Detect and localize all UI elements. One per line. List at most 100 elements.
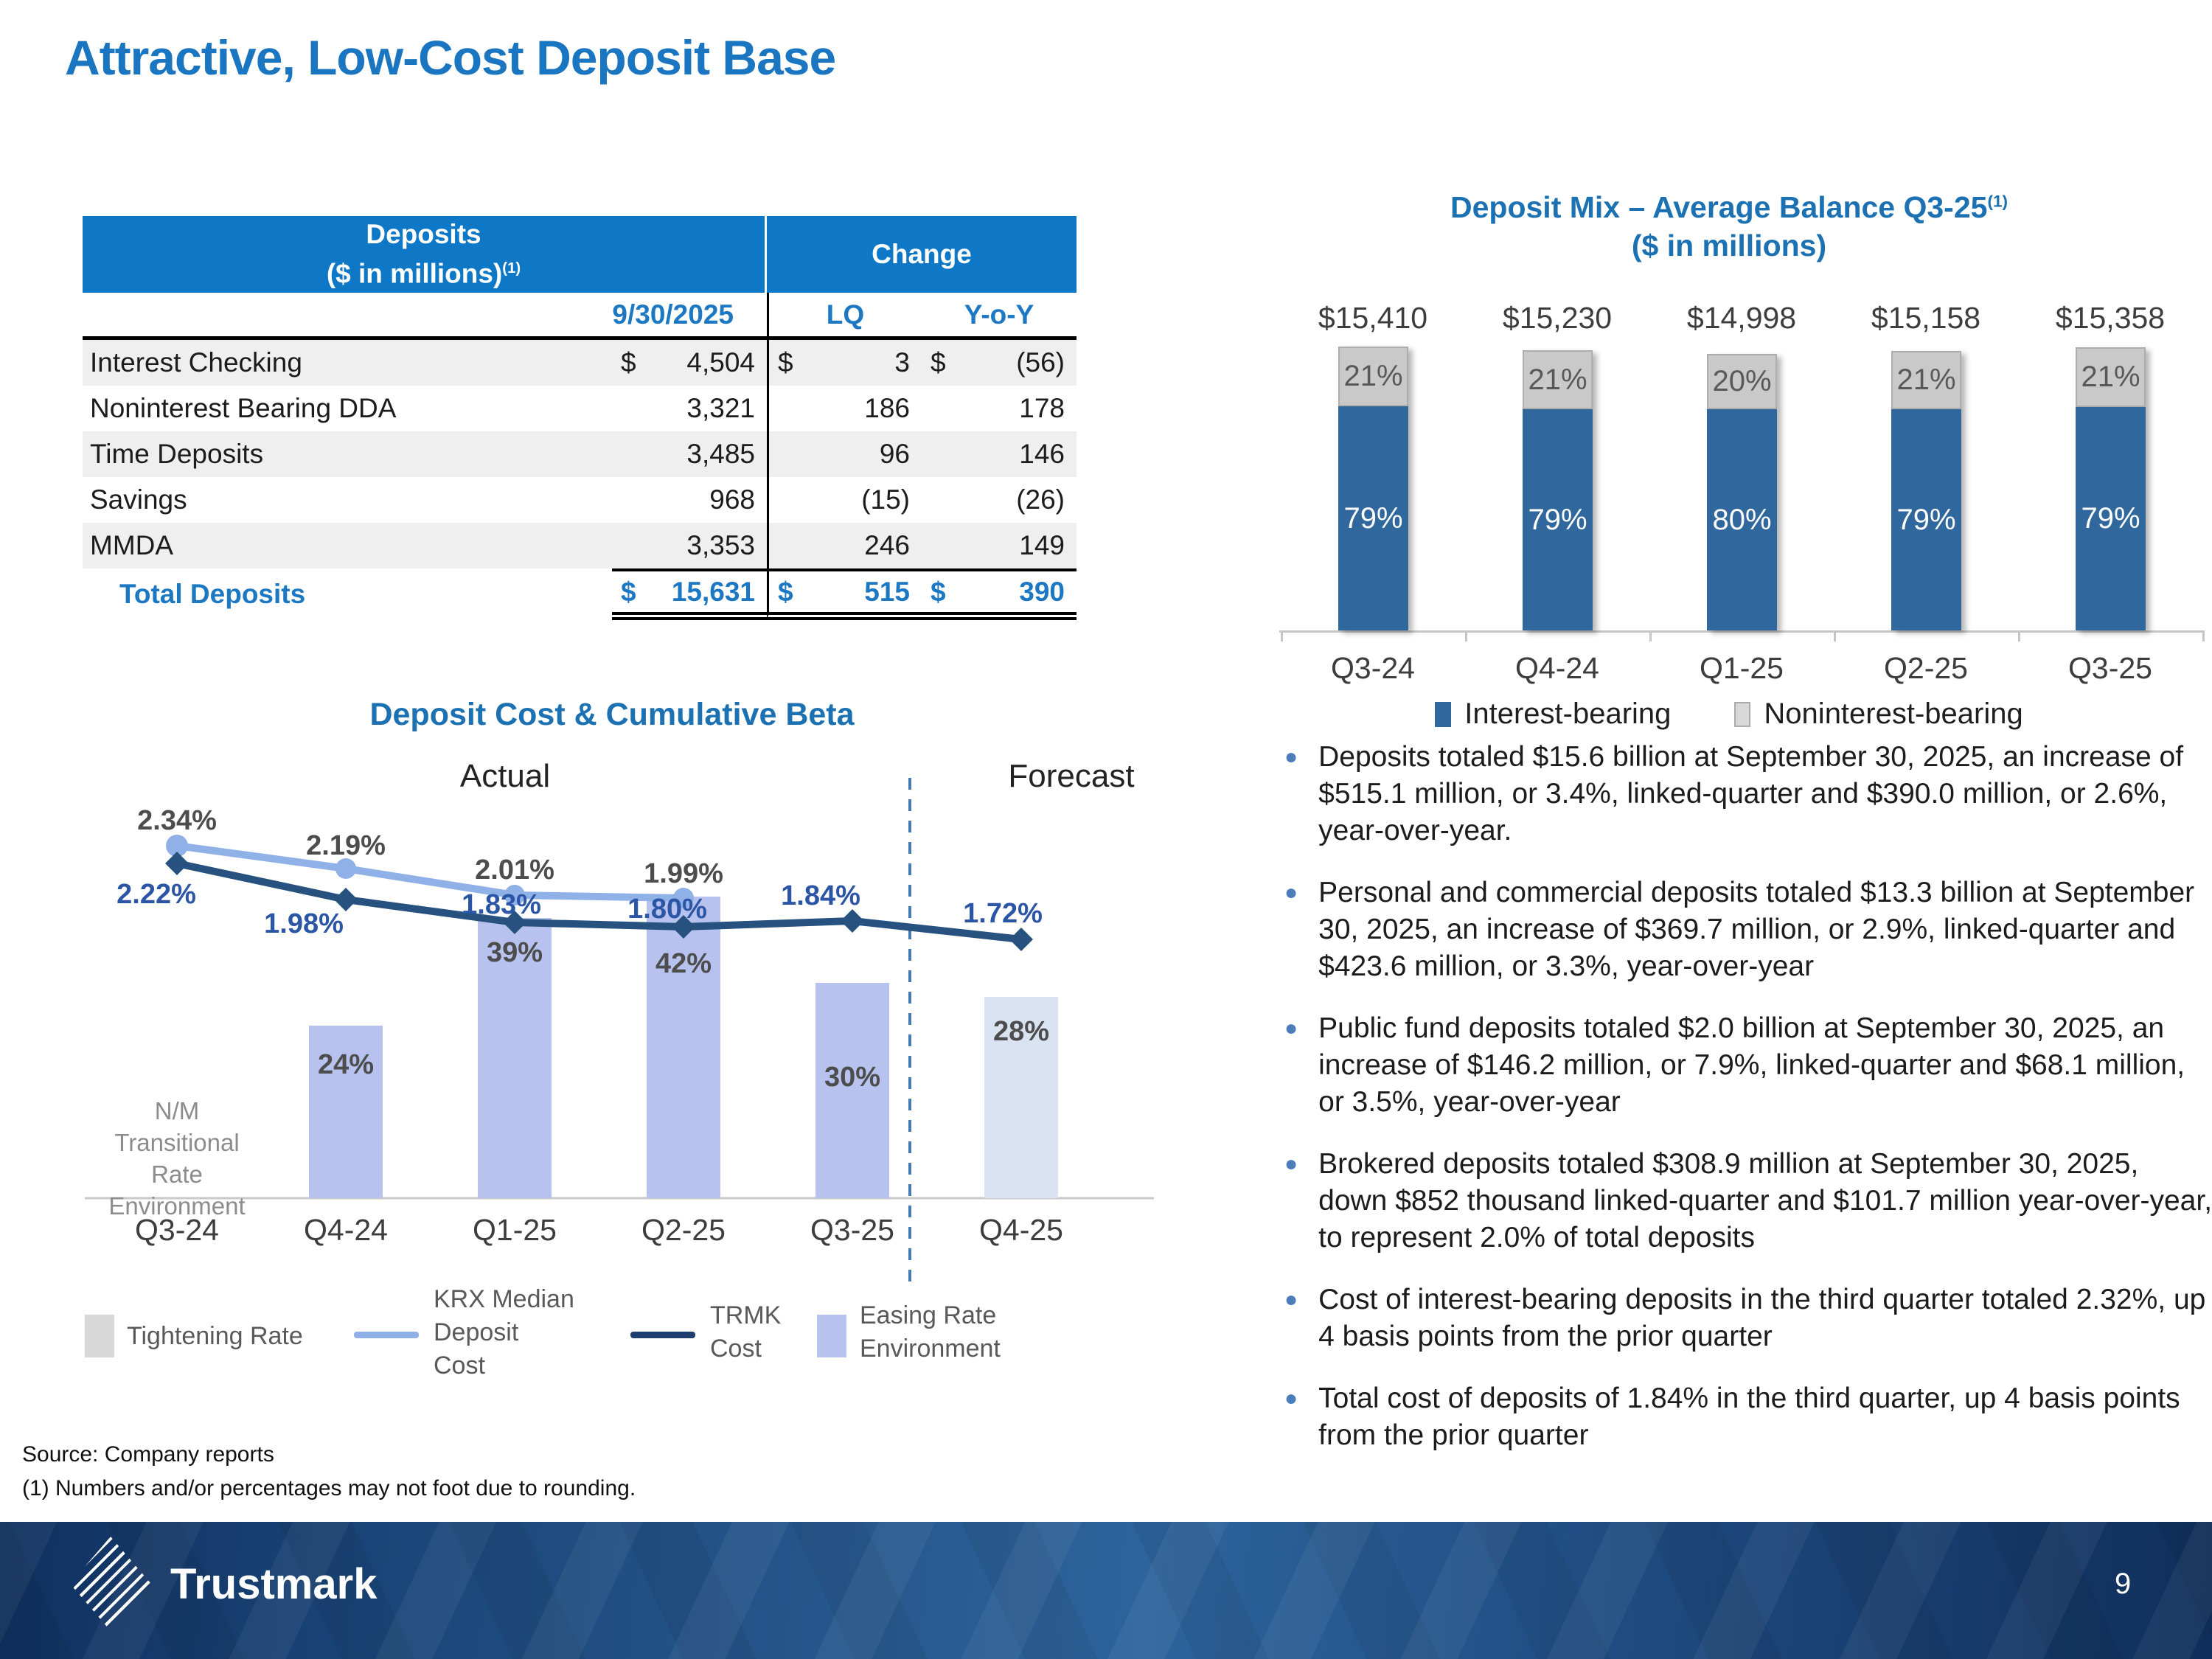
list-item: ●Brokered deposits totaled $308.9 millio… [1284, 1146, 2212, 1256]
bullet-icon: ● [1284, 1010, 1298, 1121]
bar-total-label: $15,410 [1292, 301, 1454, 335]
deposit-cost-chart: Deposit Cost & Cumulative Beta Actual Fo… [44, 693, 1180, 1438]
trmk-value-label: 1.84% [781, 880, 860, 912]
trmk-value-label: 1.80% [627, 894, 707, 925]
cell-value: 3,485 [686, 439, 755, 470]
noninterest-pct-label: 21% [2081, 361, 2140, 394]
table-total-row: Total Deposits $15,631 $515 $390 [83, 568, 1077, 620]
trustmark-diamond-icon [70, 1537, 151, 1631]
cell-value: 146 [1019, 439, 1065, 470]
total-value: 15,631 [672, 577, 755, 608]
cell-value: 3,321 [686, 393, 755, 424]
x-axis-label: Q3-25 [810, 1213, 894, 1248]
stacked-bar: 21% 79% [1338, 347, 1408, 630]
table-row: Noninterest Bearing DDA 3,321 186 178 [83, 386, 1077, 431]
cell-value: (15) [861, 484, 910, 515]
interest-pct-label: 79% [1528, 504, 1587, 537]
currency-sign: $ [931, 347, 946, 378]
krx-line-swatch [354, 1332, 419, 1338]
axis-tick [1465, 630, 1467, 641]
stacked-bar: 21% 79% [1891, 351, 1961, 630]
deposits-table: Deposits ($ in millions)(1) Change 9/30/… [83, 216, 1077, 620]
axis-tick [1834, 630, 1836, 641]
row-label: Savings [83, 484, 612, 515]
list-item: ●Public fund deposits totaled $2.0 billi… [1284, 1010, 2212, 1121]
x-axis-label: Q1-25 [473, 1213, 557, 1248]
currency-sign: $ [778, 347, 793, 378]
deposits-header-cell: Deposits ($ in millions)(1) [83, 216, 767, 293]
cell-value: 246 [864, 530, 910, 561]
cell-value: 968 [709, 484, 755, 515]
easing-bar-label: 28% [993, 1016, 1049, 1048]
cell-value: 3,353 [686, 530, 755, 561]
interest-bearing-swatch [1435, 702, 1451, 727]
bullet-icon: ● [1284, 874, 1298, 985]
footnote-marker: (1) [1987, 192, 2008, 210]
trmk-value-label: 1.83% [462, 889, 541, 921]
table-row: MMDA 3,353 246 149 [83, 523, 1077, 568]
trmk-marker [1009, 928, 1033, 951]
table-row: Savings 968 (15) (26) [83, 477, 1077, 523]
krx-value-label: 1.99% [644, 858, 723, 890]
mix-chart-title: Deposit Mix – Average Balance Q3-25(1) [1253, 190, 2205, 225]
row-label: MMDA [83, 530, 612, 561]
deposit-mix-chart: Deposit Mix – Average Balance Q3-25(1) (… [1253, 190, 2205, 765]
footer-band: Trustmark 9 [0, 1522, 2212, 1659]
interest-pct-label: 79% [1343, 502, 1402, 535]
stacked-bar: 21% 79% [2076, 347, 2146, 630]
krx-value-label: 2.19% [306, 830, 386, 862]
mix-legend: Interest-bearing Noninterest-bearing [1253, 698, 2205, 731]
bar-total-label: $15,158 [1845, 301, 2007, 335]
mix-chart-subtitle: ($ in millions) [1253, 229, 2205, 263]
easing-rate-swatch [817, 1315, 846, 1357]
bar-total-label: $15,230 [1476, 301, 1638, 335]
cell-value: (26) [1016, 484, 1065, 515]
axis-tick [2202, 630, 2205, 641]
legend-label: Interest-bearing [1464, 698, 1671, 731]
trustmark-logo-text: Trustmark [170, 1559, 377, 1609]
noninterest-pct-label: 21% [1343, 360, 1402, 393]
footnote-line: (1) Numbers and/or percentages may not f… [22, 1472, 636, 1506]
noninterest-bearing-swatch [1734, 702, 1750, 727]
stacked-bar: 20% 80% [1707, 354, 1777, 630]
interest-pct-label: 79% [2081, 502, 2140, 535]
x-axis-label: Q3-24 [1292, 651, 1454, 686]
x-axis-label: Q4-24 [304, 1213, 388, 1248]
deposits-table-header: Deposits ($ in millions)(1) Change [83, 216, 1077, 293]
col-header-date: 9/30/2025 [83, 299, 767, 330]
list-item: ●Total cost of deposits of 1.84% in the … [1284, 1380, 2212, 1454]
noninterest-pct-label: 20% [1712, 365, 1771, 398]
row-label: Noninterest Bearing DDA [83, 393, 612, 424]
legend-label: TRMK Cost [710, 1299, 781, 1366]
cell-value: 178 [1019, 393, 1065, 424]
col-header-yoy: Y-o-Y [922, 299, 1077, 330]
axis-tick [1281, 630, 1283, 641]
trmk-value-label: 2.22% [116, 879, 196, 911]
bullet-icon: ● [1284, 1281, 1298, 1355]
source-notes: Source: Company reports (1) Numbers and/… [22, 1438, 636, 1506]
easing-bar-label: 42% [655, 948, 712, 980]
trustmark-logo: Trustmark [70, 1537, 377, 1631]
interest-pct-label: 79% [1896, 504, 1955, 537]
col-header-lq: LQ [767, 293, 922, 336]
footnote-marker: (1) [502, 260, 521, 276]
table-row: Interest Checking $4,504 $3 $(56) [83, 340, 1077, 386]
x-axis-label: Q2-25 [1845, 651, 2007, 686]
legend-label: Noninterest-bearing [1764, 698, 2023, 731]
axis-tick [1649, 630, 1652, 641]
easing-bar-label: 24% [318, 1049, 374, 1081]
legend-label: Tightening Rate [127, 1320, 303, 1353]
currency-sign: $ [621, 347, 636, 378]
source-line: Source: Company reports [22, 1438, 636, 1472]
total-label: Total Deposits [83, 579, 612, 610]
tightening-rate-swatch [85, 1315, 114, 1357]
deposits-table-subheader: 9/30/2025 LQ Y-o-Y [83, 293, 1077, 340]
bar-total-label: $15,358 [2029, 301, 2191, 335]
x-axis-label: Q2-25 [641, 1213, 726, 1248]
cell-value: 186 [864, 393, 910, 424]
axis-tick [2018, 630, 2020, 641]
deposits-header-line1: Deposits [366, 218, 481, 251]
page-title: Attractive, Low-Cost Deposit Base [65, 29, 835, 86]
x-axis-label: Q4-24 [1476, 651, 1638, 686]
total-value: 390 [1019, 577, 1065, 608]
